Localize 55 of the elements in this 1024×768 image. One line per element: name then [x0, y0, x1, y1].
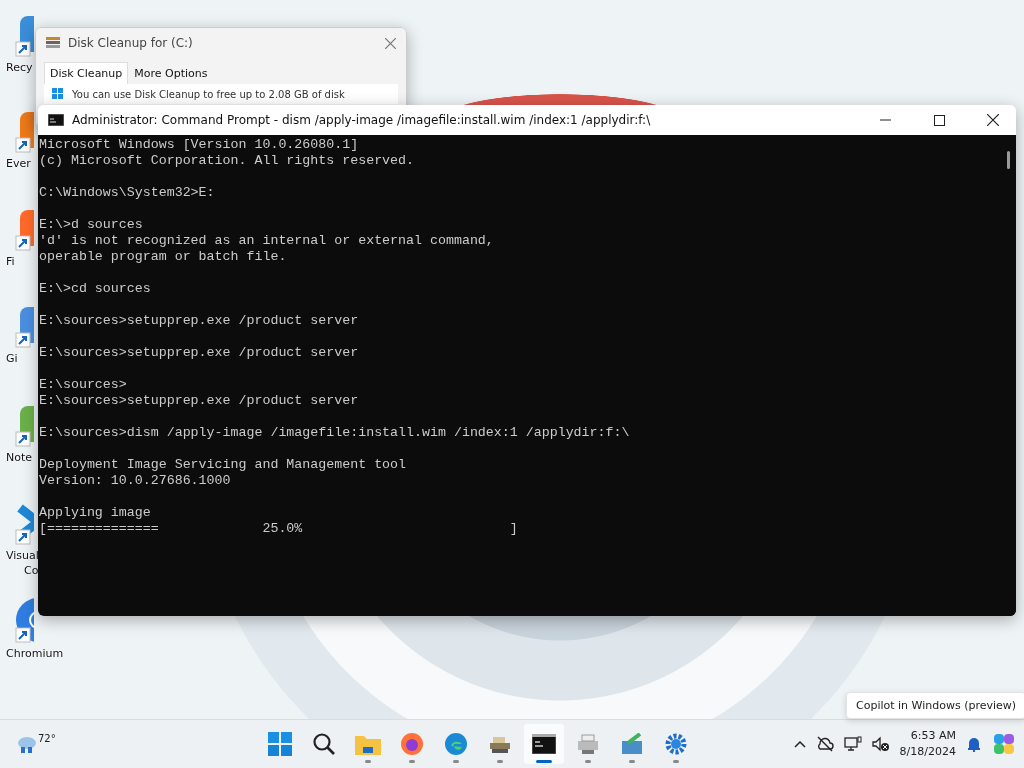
- description-text: You can use Disk Cleanup to free up to 2.08 GB of disk: [72, 88, 345, 100]
- console-line: (c) Microsoft Corporation. All rights reserved.: [39, 153, 416, 169]
- console-line: E:\sources>setupprep.exe /product server: [39, 393, 360, 409]
- minimize-icon[interactable]: [879, 119, 891, 121]
- console-line: Version: 10.0.27686.1000: [39, 473, 232, 489]
- terminal-icon: [532, 734, 556, 754]
- console-line: E:\sources>: [39, 377, 128, 393]
- console-line: E:\>d sources: [39, 217, 144, 233]
- cloud-off-icon[interactable]: [815, 736, 834, 752]
- console-line: E:\sources>setupprep.exe /product server: [39, 313, 360, 329]
- clock[interactable]: 6:53 AM 8/18/2024: [899, 728, 956, 760]
- console-line: Applying image: [39, 505, 152, 521]
- console-line: Deployment Image Servicing and Management tool: [39, 457, 408, 473]
- window-title: Disk Cleanup for (C:): [68, 36, 194, 50]
- console-line: [============== 25.0% ]: [39, 521, 519, 537]
- icon-label: Note: [5, 450, 33, 465]
- icon-label: Fi: [5, 254, 15, 269]
- disk-cleanup-icon: [46, 37, 60, 49]
- window-title: Administrator: Command Prompt - dism /apply-image /imagefile:install.wim /index:1 /applydir:f:\: [72, 113, 652, 127]
- network-icon[interactable]: [843, 736, 862, 752]
- icon-label: Ever: [5, 156, 31, 171]
- scrollbar-thumb[interactable]: [1006, 151, 1010, 169]
- tab[interactable]: Disk Cleanup: [44, 62, 129, 84]
- icon-label: Gi: [5, 351, 18, 366]
- chevron-up-icon[interactable]: [793, 740, 806, 748]
- console-line: 'd' is not recognized as an internal or external command,: [39, 233, 495, 249]
- icon-label: Visual: [5, 548, 39, 563]
- volume-muted-icon[interactable]: [871, 736, 890, 752]
- copilot-icon[interactable]: [992, 732, 1016, 756]
- installer-icon: [620, 733, 644, 755]
- taskbar-button[interactable]: [524, 724, 564, 764]
- console-line: E:\sources>setupprep.exe /product server: [39, 345, 360, 361]
- icon-label: Co: [23, 563, 39, 578]
- close-icon[interactable]: [987, 114, 999, 126]
- console-line: Microsoft Windows [Version 10.0.26080.1]: [39, 137, 360, 153]
- bell-icon[interactable]: [966, 736, 982, 752]
- browser-icon: [400, 732, 424, 756]
- maximize-icon[interactable]: [933, 114, 945, 126]
- console-line: operable program or batch file.: [39, 249, 288, 265]
- icon-label: Chromium: [5, 646, 64, 661]
- terminal-icon: [48, 114, 64, 126]
- console-line: E:\>cd sources: [39, 281, 152, 297]
- tooltip: Copilot in Windows (preview): [846, 692, 1024, 719]
- folder-icon: [355, 733, 381, 755]
- temperature-text: 72°: [38, 733, 56, 744]
- windows-logo-icon: [52, 88, 64, 100]
- console-line: E:\sources>dism /apply-image /imagefile:install.wim /index:1 /applydir:f:\: [39, 425, 631, 441]
- gear-icon: [664, 732, 688, 756]
- browser-icon: [444, 732, 468, 756]
- console-line: C:\Windows\System32>E:: [39, 185, 216, 201]
- search-icon: [312, 732, 336, 756]
- windows-logo-icon: [268, 732, 292, 756]
- icon-label: Recy: [5, 60, 33, 75]
- printer-icon: [576, 733, 600, 755]
- tab[interactable]: More Options: [128, 62, 214, 84]
